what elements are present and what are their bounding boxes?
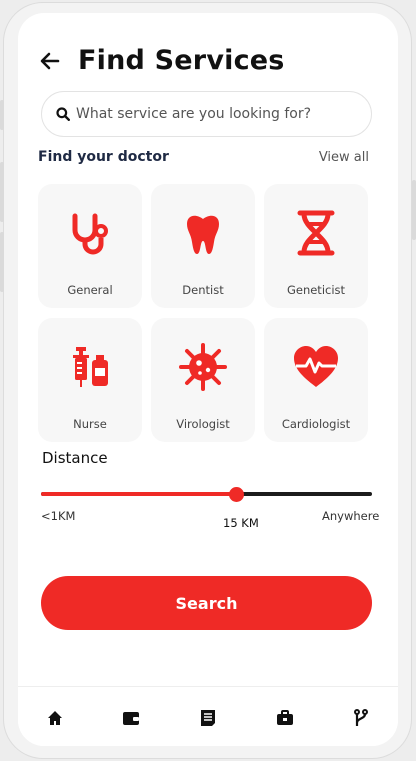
- service-label: Virologist: [176, 417, 230, 431]
- slider-fill: [41, 492, 237, 496]
- slider-thumb[interactable]: [229, 487, 245, 502]
- distance-slider[interactable]: [41, 487, 372, 502]
- slider-min-label: <1KM: [41, 509, 76, 523]
- syringe-icon: [65, 342, 115, 392]
- dna-icon: [291, 208, 341, 258]
- arrow-left-icon[interactable]: [40, 50, 62, 72]
- service-label: Nurse: [73, 417, 107, 431]
- section-title: Find your doctor: [38, 149, 169, 165]
- view-all-link[interactable]: View all: [319, 150, 369, 165]
- side-button: [0, 100, 4, 130]
- side-button: [412, 180, 416, 240]
- page-title: Find Services: [78, 45, 285, 76]
- service-card-virologist[interactable]: Virologist: [151, 318, 255, 442]
- branch-icon[interactable]: [350, 707, 372, 729]
- heartbeat-icon: [291, 342, 341, 392]
- search-bar[interactable]: [41, 91, 372, 137]
- service-card-dentist[interactable]: Dentist: [151, 184, 255, 308]
- distance-label: Distance: [42, 449, 108, 467]
- side-button: [0, 162, 4, 222]
- service-card-general[interactable]: General: [38, 184, 142, 308]
- section-header: Find your doctor View all: [38, 149, 369, 165]
- search-icon: [56, 107, 70, 121]
- service-card-cardiologist[interactable]: Cardiologist: [264, 318, 368, 442]
- service-label: Dentist: [182, 283, 224, 297]
- home-icon[interactable]: [44, 707, 66, 729]
- service-label: Cardiologist: [281, 417, 351, 431]
- receipt-icon[interactable]: [197, 707, 219, 729]
- stethoscope-icon: [65, 208, 115, 258]
- side-button: [0, 232, 4, 292]
- briefcase-icon[interactable]: [274, 707, 296, 729]
- virus-icon: [178, 342, 228, 392]
- search-button[interactable]: Search: [41, 576, 372, 630]
- wallet-icon[interactable]: [120, 707, 142, 729]
- service-label: General: [67, 283, 113, 297]
- slider-value-label: 15 KM: [223, 516, 259, 530]
- header: Find Services: [40, 45, 285, 76]
- app-screen: Find Services Find your doctor View all …: [18, 13, 398, 746]
- search-input[interactable]: [76, 106, 356, 122]
- slider-max-label: Anywhere: [322, 509, 380, 523]
- bottom-nav: [18, 686, 398, 746]
- tooth-icon: [178, 208, 228, 258]
- service-card-geneticist[interactable]: Geneticist: [264, 184, 368, 308]
- service-label: Geneticist: [286, 283, 346, 297]
- service-card-nurse[interactable]: Nurse: [38, 318, 142, 442]
